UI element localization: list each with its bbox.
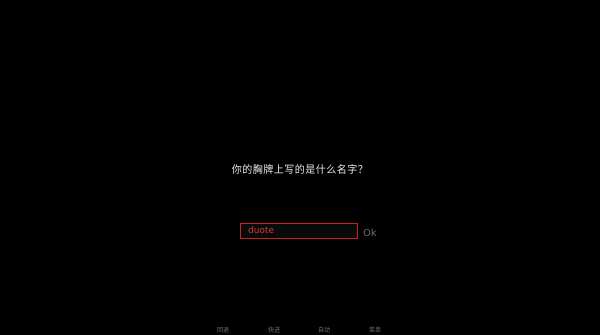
bottom-menu: 回退 快进 自动 菜单 <box>0 327 600 335</box>
game-screen: 你的胸牌上写的是什么名字？ Ok 回退 快进 自动 菜单 <box>0 0 600 335</box>
watermark-logo <box>298 240 600 330</box>
menu-item-fast-forward[interactable]: 快进 <box>268 327 280 335</box>
menu-item-rewind[interactable]: 回退 <box>217 327 229 335</box>
menu-item-menu[interactable]: 菜单 <box>369 327 381 335</box>
ok-button[interactable]: Ok <box>363 228 377 239</box>
name-input[interactable] <box>240 223 358 239</box>
dialog-question: 你的胸牌上写的是什么名字？ <box>231 165 369 176</box>
menu-item-auto[interactable]: 自动 <box>318 327 330 335</box>
